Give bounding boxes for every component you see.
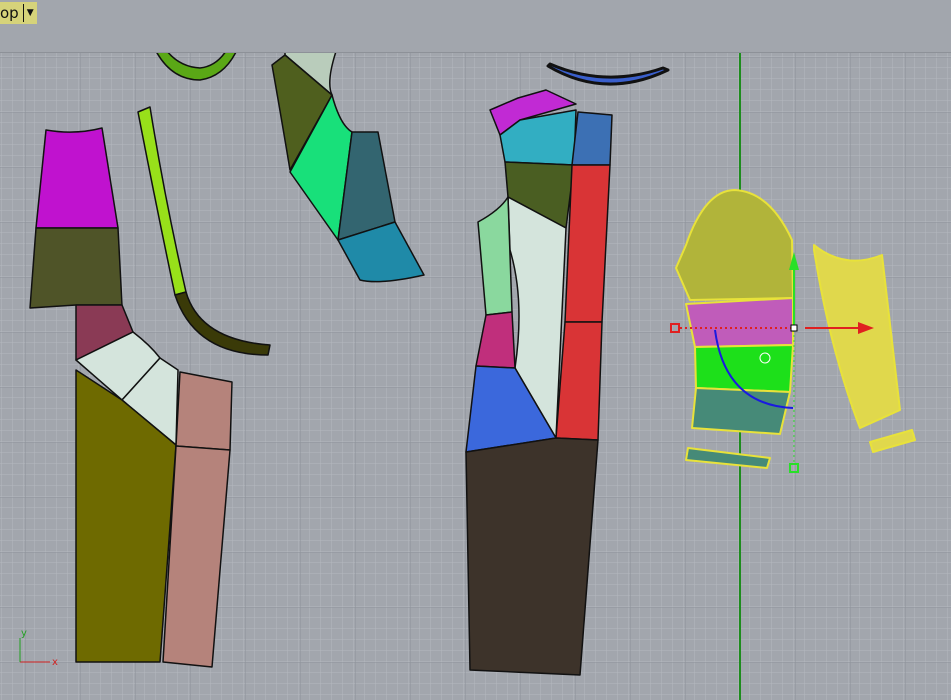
divider xyxy=(22,4,24,22)
pattern-piece xyxy=(555,321,603,441)
pattern-piece xyxy=(175,371,233,451)
pattern-piece xyxy=(564,164,611,323)
x-axis-label: x xyxy=(52,657,58,668)
sleeve-band xyxy=(694,344,794,393)
viewport-title-bar: op ▼ xyxy=(0,0,951,53)
pattern-piece xyxy=(571,111,613,166)
y-axis-label: y xyxy=(21,628,27,639)
viewport-tab[interactable]: op ▼ xyxy=(0,2,37,24)
viewport-name: op xyxy=(0,4,19,22)
gizmo-origin xyxy=(790,324,798,332)
viewport-canvas[interactable]: x y xyxy=(0,53,951,700)
sleeve-band xyxy=(685,297,794,348)
sleeve-band xyxy=(691,387,791,435)
pattern-piece xyxy=(465,437,599,676)
dropdown-icon[interactable]: ▼ xyxy=(27,8,34,18)
pattern-piece xyxy=(29,227,123,309)
